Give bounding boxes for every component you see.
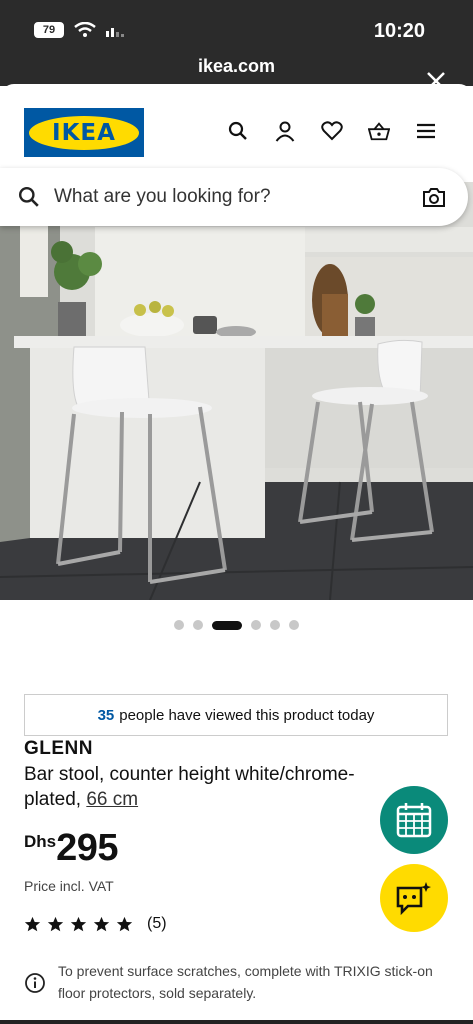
size-link[interactable]: 66 cm <box>86 789 138 810</box>
star-icon <box>47 916 64 931</box>
basket-icon[interactable] <box>368 120 390 142</box>
product-price: Dhs 295 <box>24 826 119 870</box>
menu-icon[interactable] <box>415 120 437 142</box>
calendar-button[interactable] <box>380 786 448 854</box>
product-description-text: Bar stool, counter height white/chrome-p… <box>24 764 355 810</box>
views-text: people have viewed this product today <box>119 706 375 724</box>
star-icon <box>24 916 41 931</box>
ikea-logo[interactable]: IKEA <box>24 108 144 157</box>
account-icon[interactable] <box>274 120 296 142</box>
carousel-dot[interactable] <box>270 620 280 630</box>
star-icon <box>116 916 133 931</box>
status-time: 10:20 <box>373 20 425 42</box>
heart-icon[interactable] <box>321 120 343 142</box>
search-icon <box>18 186 39 207</box>
battery-icon: 79 <box>34 22 64 38</box>
carousel-dot[interactable] <box>251 620 261 630</box>
carousel-dot[interactable] <box>193 620 203 630</box>
vat-note: Price incl. VAT <box>24 878 114 894</box>
price-currency: Dhs <box>24 832 57 851</box>
calendar-icon <box>396 803 432 838</box>
product-note: To prevent surface scratches, complete w… <box>24 960 454 1004</box>
views-count: 35 <box>97 706 115 724</box>
chat-icon <box>396 882 431 916</box>
logo-oval: IKEA <box>29 115 139 150</box>
price-amount: 295 <box>56 827 119 869</box>
review-count[interactable]: (5) <box>147 915 167 933</box>
search-input[interactable]: What are you looking for? <box>54 186 422 208</box>
views-banner: 35 people have viewed this product today <box>24 694 448 736</box>
product-image[interactable] <box>0 182 473 600</box>
logo-text: IKEA <box>52 119 116 146</box>
search-icon[interactable] <box>227 120 249 142</box>
carousel-dot[interactable] <box>289 620 299 630</box>
header-icons <box>227 120 437 142</box>
camera-icon[interactable] <box>422 186 446 208</box>
carousel-dots <box>0 620 473 630</box>
status-left: 79 <box>34 22 126 38</box>
note-text: To prevent surface scratches, complete w… <box>58 963 433 1001</box>
carousel-dot-active[interactable] <box>212 620 242 630</box>
wifi-icon <box>74 22 96 37</box>
rating[interactable]: (5) <box>24 915 167 933</box>
star-icon <box>70 916 87 931</box>
product-photo <box>0 182 473 600</box>
star-icon <box>93 916 110 931</box>
signal-icon <box>106 28 124 37</box>
chat-button[interactable] <box>380 864 448 932</box>
carousel-dot[interactable] <box>174 620 184 630</box>
search-bar[interactable]: What are you looking for? <box>0 168 468 226</box>
url-bar[interactable]: ikea.com <box>0 56 473 77</box>
bottom-edge <box>0 1020 473 1024</box>
product-description: Bar stool, counter height white/chrome-p… <box>24 762 384 812</box>
product-name: GLENN <box>24 738 93 759</box>
info-icon <box>25 973 45 993</box>
browser-chrome: 79 10:20 ikea.com <box>0 0 473 90</box>
